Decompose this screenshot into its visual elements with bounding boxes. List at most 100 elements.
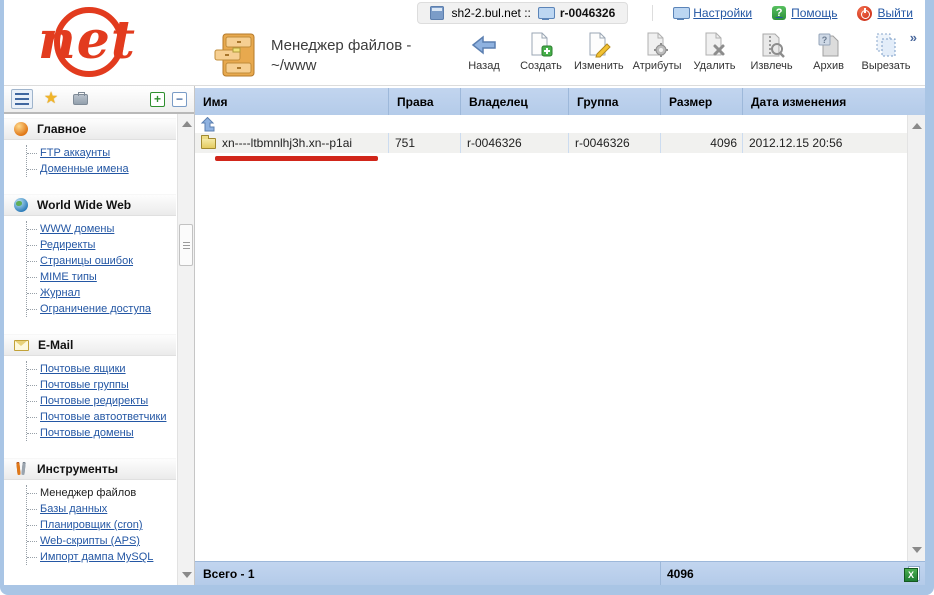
server-name: sh2-2.bul.net :: [451, 6, 530, 20]
power-icon [857, 6, 872, 21]
scroll-down-icon[interactable] [182, 572, 192, 578]
section-email: E-Mail Почтовые ящики Почтовые группы По… [4, 334, 176, 441]
edit-button[interactable]: Изменить [571, 29, 627, 74]
file-cabinet-icon [213, 32, 257, 80]
sidebar-item-mail-domains: Почтовые домены [27, 425, 176, 441]
brand-logo: net [4, 0, 195, 85]
archive-page-question-icon: ? [817, 31, 841, 59]
create-button[interactable]: Создать [514, 29, 568, 74]
logo-text: net [38, 10, 136, 71]
sidebar-item-databases: Базы данных [27, 501, 176, 517]
back-button[interactable]: Назад [457, 29, 511, 74]
header: net sh2-2.bul.net :: r-0046326 Настройки… [4, 0, 925, 86]
collapse-all-button[interactable]: − [172, 92, 187, 107]
export-excel-icon[interactable] [904, 566, 920, 582]
topbar-divider [652, 5, 653, 21]
sidebar-item-domain-names: Доменные имена [27, 161, 176, 177]
table-header: Имя Права Владелец Группа Размер Дата из… [195, 88, 925, 115]
logout-link[interactable]: Выйти [857, 6, 913, 21]
delete-button[interactable]: Удалить [688, 29, 742, 74]
sidebar-item-error-pages: Страницы ошибок [27, 253, 176, 269]
section-header-email[interactable]: E-Mail [4, 334, 176, 356]
sidebar-item-mail-groups: Почтовые группы [27, 377, 176, 393]
sidebar-item-www-domains: WWW домены [27, 221, 176, 237]
sidebar-item-file-manager: Менеджер файлов [27, 485, 176, 501]
cut-button[interactable]: Вырезать [859, 29, 914, 74]
folder-icon [201, 138, 216, 149]
section-main: Главное FTP аккаунты Доменные имена [4, 118, 176, 177]
svg-text:?: ? [821, 35, 827, 45]
sidebar-item-mailboxes: Почтовые ящики [27, 361, 176, 377]
file-owner: r-0046326 [460, 133, 568, 153]
archive-button[interactable]: ? Архив [802, 29, 856, 74]
extract-button[interactable]: Извлечь [745, 29, 799, 74]
star-icon [44, 91, 58, 107]
section-header-tools[interactable]: Инструменты [4, 458, 176, 480]
help-icon [772, 6, 786, 20]
section-header-www[interactable]: World Wide Web [4, 194, 176, 216]
sidebar-nav: Главное FTP аккаунты Доменные имена Worl… [4, 114, 194, 585]
page-title: Менеджер файлов - ~/www [271, 36, 411, 75]
table-scrollbar[interactable] [907, 115, 925, 561]
title-block: Менеджер файлов - ~/www [195, 26, 457, 85]
file-date: 2012.12.15 20:56 [742, 133, 907, 153]
list-icon [15, 93, 29, 105]
file-size: 4096 [660, 133, 742, 153]
create-page-plus-icon [529, 31, 553, 59]
edit-page-pencil-icon [587, 31, 611, 59]
table-row[interactable]: xn----ltbmnlhj3h.xn--p1ai 751 r-0046326 … [195, 133, 907, 153]
column-header-date[interactable]: Дата изменения [742, 88, 925, 115]
sidebar-item-autoresponders: Почтовые автоответчики [27, 409, 176, 425]
section-header-main[interactable]: Главное [4, 118, 176, 140]
sidebar-scrollbar[interactable] [177, 114, 194, 585]
settings-monitor-icon [673, 7, 688, 20]
sidebar-item-mail-redirects: Почтовые редиректы [27, 393, 176, 409]
red-underline-annotation [215, 156, 378, 161]
account-id: r-0046326 [560, 6, 615, 20]
expand-all-button[interactable]: + [150, 92, 165, 107]
attributes-button[interactable]: Атрибуты [630, 29, 685, 74]
server-icon [430, 6, 444, 20]
menu-list-view-button[interactable] [11, 89, 33, 109]
sphere-icon [14, 122, 28, 136]
sidebar-item-mysql-import: Импорт дампа MySQL [27, 549, 176, 565]
scroll-up-icon[interactable] [912, 123, 922, 129]
sidebar-item-log: Журнал [27, 285, 176, 301]
column-header-name[interactable]: Имя [195, 88, 388, 115]
sidebar: + − Главное FTP аккаунты Доменные имена [4, 86, 195, 585]
scroll-up-icon[interactable] [182, 121, 192, 127]
table-footer: Всего - 1 4096 [195, 561, 925, 585]
column-header-size[interactable]: Размер [660, 88, 742, 115]
sidebar-item-ftp-accounts: FTP аккаунты [27, 145, 176, 161]
column-header-group[interactable]: Группа [568, 88, 660, 115]
favorites-view-button[interactable] [40, 89, 62, 109]
globe-icon [14, 198, 28, 212]
briefcase-icon [73, 94, 88, 105]
envelope-icon [14, 340, 29, 351]
settings-link[interactable]: Настройки [673, 6, 752, 20]
services-view-button[interactable] [69, 89, 91, 109]
help-link[interactable]: Помощь [772, 6, 837, 20]
cut-dotted-pages-icon [873, 31, 899, 59]
sidebar-item-web-scripts: Web-скрипты (APS) [27, 533, 176, 549]
window-frame: net sh2-2.bul.net :: r-0046326 Настройки… [0, 0, 934, 595]
toolbar: Назад Создать [457, 26, 925, 85]
topbar: sh2-2.bul.net :: r-0046326 Настройки Пом… [195, 0, 925, 26]
sidebar-item-cron: Планировщик (cron) [27, 517, 176, 533]
back-arrow-icon [471, 31, 497, 59]
level-up-icon [200, 117, 216, 132]
attributes-page-gear-icon [645, 31, 669, 59]
column-header-owner[interactable]: Владелец [460, 88, 568, 115]
user-icon [538, 7, 553, 20]
delete-page-x-icon [703, 31, 727, 59]
sidebar-item-mime-types: MIME типы [27, 269, 176, 285]
scrollbar-thumb[interactable] [179, 224, 193, 266]
file-name: xn----ltbmnlhj3h.xn--p1ai [222, 136, 352, 150]
parent-directory-row[interactable] [195, 115, 907, 133]
toolbar-overflow-button[interactable]: » [910, 30, 917, 45]
tools-icon [14, 462, 28, 476]
column-header-perms[interactable]: Права [388, 88, 460, 115]
section-www: World Wide Web WWW домены Редиректы Стра… [4, 194, 176, 317]
table-body: xn----ltbmnlhj3h.xn--p1ai 751 r-0046326 … [195, 115, 925, 561]
scroll-down-icon[interactable] [912, 547, 922, 553]
